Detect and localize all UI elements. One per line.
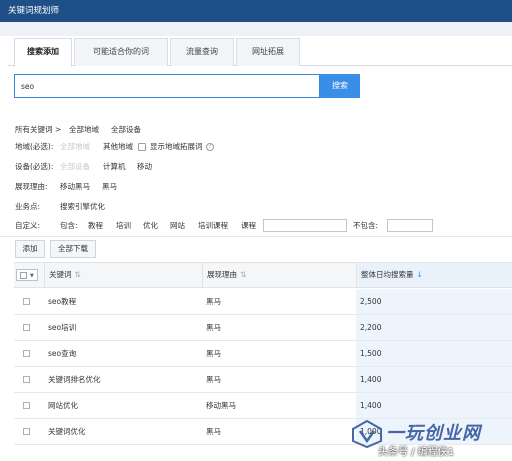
region-other-option[interactable]: 其他地域 — [103, 140, 133, 154]
show-region-expand-label: 显示地域拓展词 — [150, 142, 203, 151]
select-all-dropdown[interactable]: ▼ — [16, 269, 38, 281]
cell-keyword: 网站优化 — [48, 401, 78, 410]
table-row: seo教程 黑马 2,500 — [14, 289, 512, 315]
tab-traffic-query[interactable]: 流量查询 — [170, 38, 234, 66]
sort-icon: ⇅ — [240, 270, 247, 279]
device-mobile-option[interactable]: 移动 — [137, 160, 152, 174]
reason-filter: 展现理由: 移动黑马 黑马 — [15, 180, 315, 194]
table-row: 网站优化 移动黑马 1,400 — [14, 393, 512, 419]
reason-label: 展现理由: — [15, 182, 48, 191]
column-header-keyword[interactable]: 关键词 ⇅ — [44, 263, 202, 287]
watermark-subtitle: 头条号 / 编程侠1 — [378, 447, 455, 458]
custom-filter: 自定义: 包含: 教程 培训 优化 网站 培训课程 课程 不包含: — [15, 219, 512, 233]
cell-reason: 黑马 — [206, 349, 221, 358]
device-label: 设备(必选): — [15, 162, 54, 171]
watermark: 一玩创业网 头条号 / 编程侠1 — [348, 417, 510, 459]
cell-volume: 2,200 — [356, 315, 512, 340]
tab-suggested-words[interactable]: 可能适合你的词 — [74, 38, 168, 66]
row-checkbox[interactable] — [23, 324, 30, 331]
column-header-keyword-label: 关键词 — [49, 270, 72, 279]
cell-volume: 1,400 — [356, 367, 512, 392]
watermark-text: 一玩创业网 — [386, 423, 481, 444]
exclude-label: 不包含: — [353, 221, 379, 230]
cell-keyword: seo教程 — [48, 297, 77, 306]
tab-search-add[interactable]: 搜索添加 — [14, 38, 72, 67]
cell-reason: 黑马 — [206, 323, 221, 332]
cell-reason: 黑马 — [206, 297, 221, 306]
business-label: 业务点: — [15, 202, 41, 211]
region-label: 地域(必选): — [15, 142, 54, 151]
cell-keyword: 关键词排名优化 — [48, 375, 101, 384]
cell-keyword: 关键词优化 — [48, 427, 86, 436]
cell-volume: 1,400 — [356, 393, 512, 418]
include-item-training[interactable]: 培训 — [116, 219, 131, 233]
include-input[interactable] — [263, 219, 347, 232]
sort-desc-icon: ↓ — [416, 270, 423, 279]
select-all-checkbox[interactable] — [20, 272, 27, 279]
row-checkbox[interactable] — [23, 298, 30, 305]
cell-keyword: seo查询 — [48, 349, 77, 358]
add-button[interactable]: 添加 — [15, 240, 45, 258]
breadcrumb-root[interactable]: 所有关键词 > — [15, 123, 61, 137]
include-item-website[interactable]: 网站 — [170, 219, 185, 233]
region-filter: 地域(必选): 全部地域 其他地域 显示地域拓展词 ? — [15, 140, 315, 154]
table-header: ▼ 关键词 ⇅ 展现理由 ⇅ 整体日均搜索量 ↓ — [14, 262, 512, 288]
row-checkbox[interactable] — [23, 376, 30, 383]
cell-reason: 移动黑马 — [206, 401, 236, 410]
row-checkbox[interactable] — [23, 402, 30, 409]
breadcrumb: 所有关键词 > 全部地域 全部设备 — [15, 123, 215, 137]
include-item-tutorial[interactable]: 教程 — [88, 219, 103, 233]
filter-divider — [0, 236, 512, 237]
cell-volume: 1,500 — [356, 341, 512, 366]
table-row: 关键词排名优化 黑马 1,400 — [14, 367, 512, 393]
help-icon[interactable]: ? — [206, 143, 214, 151]
table-row: seo培训 黑马 2,200 — [14, 315, 512, 341]
region-all-option[interactable]: 全部地域 — [60, 140, 90, 154]
reason-option-mobile-dark-horse[interactable]: 移动黑马 — [60, 180, 90, 194]
download-all-button[interactable]: 全部下载 — [50, 240, 96, 258]
chevron-down-icon: ▼ — [30, 273, 34, 279]
tab-bar: 搜索添加 可能适合你的词 流量查询 网址拓展 — [8, 36, 512, 67]
include-item-course[interactable]: 课程 — [241, 219, 256, 233]
include-item-training-course[interactable]: 培训课程 — [198, 219, 228, 233]
business-option[interactable]: 搜索引擎优化 — [60, 200, 105, 214]
app-title: 关键词规划师 — [8, 6, 60, 16]
cell-reason: 黑马 — [206, 427, 221, 436]
custom-label: 自定义: — [15, 221, 41, 230]
cell-keyword: seo培训 — [48, 323, 77, 332]
top-spacer — [0, 22, 512, 36]
device-pc-option[interactable]: 计算机 — [103, 160, 126, 174]
exclude-input[interactable] — [387, 219, 433, 232]
tab-url-expand[interactable]: 网址拓展 — [236, 38, 300, 66]
show-region-expand-checkbox[interactable] — [138, 143, 146, 151]
breadcrumb-region[interactable]: 全部地域 — [69, 123, 99, 137]
column-header-volume-label: 整体日均搜索量 — [361, 270, 414, 279]
cell-reason: 黑马 — [206, 375, 221, 384]
include-label: 包含: — [60, 221, 78, 230]
sort-icon: ⇅ — [74, 270, 81, 279]
device-all-option[interactable]: 全部设备 — [60, 160, 90, 174]
row-checkbox[interactable] — [23, 428, 30, 435]
row-checkbox[interactable] — [23, 350, 30, 357]
include-item-optimize[interactable]: 优化 — [143, 219, 158, 233]
app-title-bar: 关键词规划师 — [0, 0, 512, 22]
table-row: seo查询 黑马 1,500 — [14, 341, 512, 367]
column-header-reason-label: 展现理由 — [207, 270, 237, 279]
column-header-reason[interactable]: 展现理由 ⇅ — [202, 263, 356, 287]
device-filter: 设备(必选): 全部设备 计算机 移动 — [15, 160, 315, 174]
column-header-volume[interactable]: 整体日均搜索量 ↓ — [356, 263, 512, 287]
search-button[interactable]: 搜索 — [320, 74, 360, 98]
cell-volume: 2,500 — [356, 289, 512, 314]
business-filter: 业务点: 搜索引擎优化 — [15, 200, 315, 214]
breadcrumb-device[interactable]: 全部设备 — [111, 123, 141, 137]
reason-option-dark-horse[interactable]: 黑马 — [102, 180, 117, 194]
keyword-search-input[interactable] — [14, 74, 320, 98]
